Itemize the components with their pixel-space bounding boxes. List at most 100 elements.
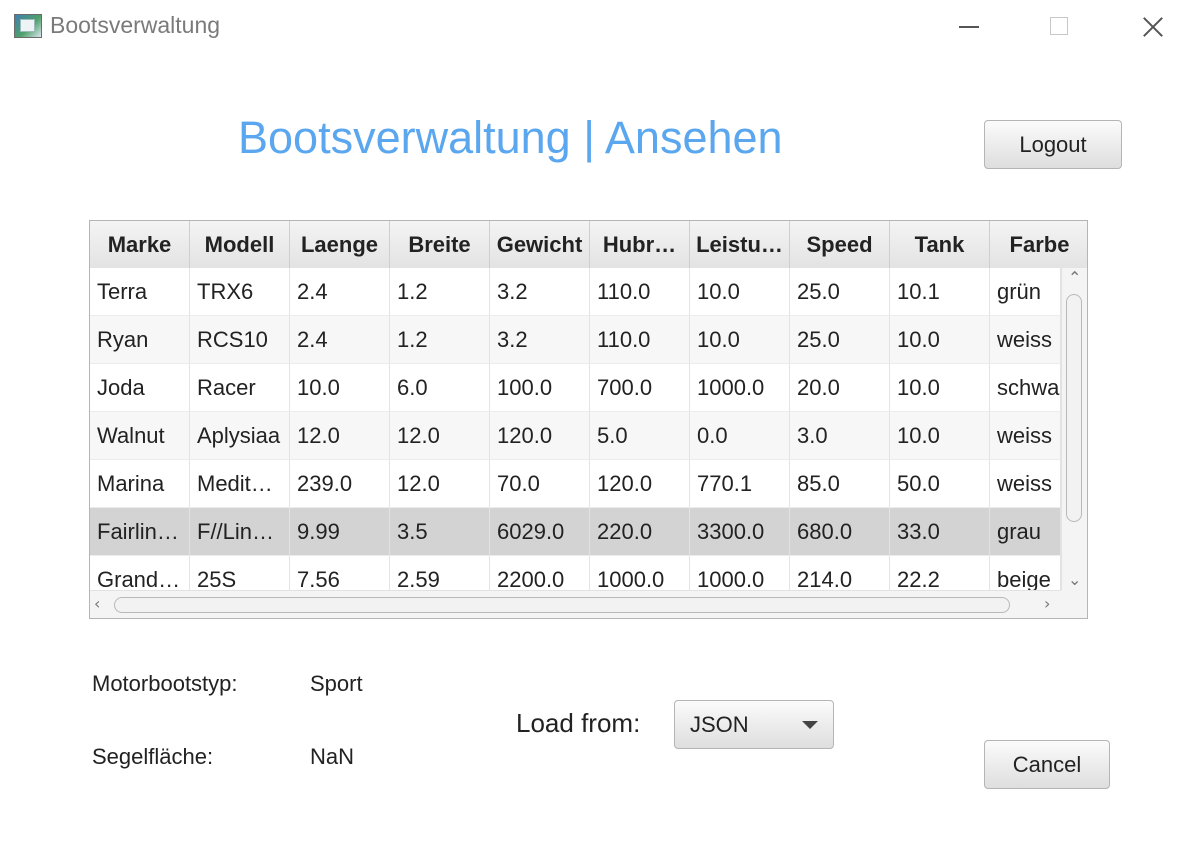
table-row[interactable]: Terra TRX6 2.4 1.2 3.2 110.0 10.0 25.0 10.1 grün [90, 268, 1061, 316]
column-header[interactable]: Tank [890, 221, 990, 268]
table-cell: beige [990, 556, 1061, 590]
horizontal-scroll-thumb[interactable] [114, 597, 1010, 613]
column-header[interactable]: Farbe [990, 221, 1087, 268]
table-cell: 3.2 [490, 268, 590, 316]
table-cell: Ryan [90, 316, 190, 364]
column-header[interactable]: Leistu… [690, 221, 790, 268]
table-cell: 680.0 [790, 508, 890, 556]
table-cell: Walnut [90, 412, 190, 460]
table-cell: 10.0 [890, 412, 990, 460]
load-format-value: JSON [690, 712, 749, 737]
table-cell: 220.0 [590, 508, 690, 556]
table-cell: 214.0 [790, 556, 890, 590]
load-format-select[interactable]: JSON [674, 700, 834, 749]
table-cell: 25S [190, 556, 290, 590]
table-cell: Medit… [190, 460, 290, 508]
motorbootstyp-label: Motorbootstyp: [92, 671, 238, 696]
table-cell: 2.4 [290, 268, 390, 316]
horizontal-scrollbar[interactable]: ‹ › [90, 590, 1061, 618]
table-cell: Joda [90, 364, 190, 412]
table-cell: 12.0 [390, 460, 490, 508]
table-cell: 6.0 [390, 364, 490, 412]
table-cell: 2200.0 [490, 556, 590, 590]
table-cell: Grand… [90, 556, 190, 590]
table-cell: 6029.0 [490, 508, 590, 556]
table-cell: 2.59 [390, 556, 490, 590]
table-cell: 10.0 [890, 316, 990, 364]
scroll-down-icon[interactable]: ⌄ [1068, 572, 1081, 588]
scroll-up-icon[interactable]: ⌃ [1068, 270, 1081, 286]
table-cell: 33.0 [890, 508, 990, 556]
table-cell: Aplysiaa [190, 412, 290, 460]
table-cell: 1000.0 [690, 556, 790, 590]
table-cell: 1000.0 [690, 364, 790, 412]
load-from-label: Load from: [516, 708, 641, 738]
table-cell: 50.0 [890, 460, 990, 508]
table-cell: 3.5 [390, 508, 490, 556]
scroll-left-icon[interactable]: ‹ [94, 596, 100, 612]
motorbootstyp-value: Sport [310, 671, 363, 696]
table-row[interactable]: Marina Medit… 239.0 12.0 70.0 120.0 770.1 85.0 5… [90, 460, 1061, 508]
table-cell: F//Lin… [190, 508, 290, 556]
table-cell: 12.0 [290, 412, 390, 460]
table-cell: Fairlin… [90, 508, 190, 556]
table-cell: 10.1 [890, 268, 990, 316]
window-title: Bootsverwaltung [50, 12, 221, 38]
column-header[interactable]: Marke [90, 221, 190, 268]
table-cell: 1000.0 [590, 556, 690, 590]
table-cell: 10.0 [290, 364, 390, 412]
table-cell: 10.0 [890, 364, 990, 412]
vertical-scroll-thumb[interactable] [1066, 294, 1082, 522]
title-bar: Bootsverwaltung [0, 0, 1198, 56]
table-cell: 7.56 [290, 556, 390, 590]
column-header[interactable]: Speed [790, 221, 890, 268]
table-cell: 110.0 [590, 316, 690, 364]
table-cell: 120.0 [490, 412, 590, 460]
table-cell: 1.2 [390, 316, 490, 364]
table-row[interactable]: Joda Racer 10.0 6.0 100.0 700.0 1000.0 20.0 10.0… [90, 364, 1061, 412]
vertical-scrollbar[interactable]: ⌃ ⌄ [1061, 268, 1087, 590]
boats-table: Marke Modell Laenge Breite Gewicht Hubr… Leist… [89, 220, 1088, 619]
column-header[interactable]: Gewicht [490, 221, 590, 268]
table-cell: 85.0 [790, 460, 890, 508]
table-row[interactable]: Grand… 25S 7.56 2.59 2200.0 1000.0 1000.0 214.0… [90, 556, 1061, 590]
table-cell: schwa [990, 364, 1061, 412]
table-cell: 25.0 [790, 316, 890, 364]
scroll-right-icon[interactable]: › [1044, 596, 1050, 612]
table-cell: 700.0 [590, 364, 690, 412]
table-cell: 10.0 [690, 268, 790, 316]
table-cell: 2.4 [290, 316, 390, 364]
table-row[interactable]: Ryan RCS10 2.4 1.2 3.2 110.0 10.0 25.0 10.0 weiss [90, 316, 1061, 364]
minimize-button[interactable] [945, 6, 991, 46]
chevron-down-icon [802, 721, 818, 729]
cancel-button[interactable]: Cancel [984, 740, 1110, 789]
column-header[interactable]: Breite [390, 221, 490, 268]
table-cell: 110.0 [590, 268, 690, 316]
table-cell: TRX6 [190, 268, 290, 316]
table-cell: 25.0 [790, 268, 890, 316]
segelflaeche-value: NaN [310, 744, 355, 769]
table-cell: 5.0 [590, 412, 690, 460]
table-row[interactable]: Fairlin… F//Lin… 9.99 3.5 6029.0 220.0 3300.0 6… [90, 508, 1061, 556]
close-button[interactable] [1130, 6, 1176, 46]
column-header[interactable]: Hubr… [590, 221, 690, 268]
maximize-button[interactable] [1037, 6, 1083, 46]
table-header: Marke Modell Laenge Breite Gewicht Hubr… Leist… [90, 221, 1087, 269]
segelflaeche-label: Segelfläche: [92, 744, 214, 769]
table-cell: 12.0 [390, 412, 490, 460]
column-header[interactable]: Laenge [290, 221, 390, 268]
table-cell: 120.0 [590, 460, 690, 508]
table-cell: weiss [990, 316, 1061, 364]
table-cell: 22.2 [890, 556, 990, 590]
logout-button[interactable]: Logout [984, 120, 1122, 169]
table-row[interactable]: Walnut Aplysiaa 12.0 12.0 120.0 5.0 0.0 3.0 10.0… [90, 412, 1061, 460]
table-cell: 10.0 [690, 316, 790, 364]
table-cell: 20.0 [790, 364, 890, 412]
table-cell: weiss [990, 460, 1061, 508]
table-cell: 70.0 [490, 460, 590, 508]
table-cell: 239.0 [290, 460, 390, 508]
column-header[interactable]: Modell [190, 221, 290, 268]
page-title: Bootsverwaltung | Ansehen [238, 112, 783, 163]
table-cell: 3300.0 [690, 508, 790, 556]
table-cell: Marina [90, 460, 190, 508]
